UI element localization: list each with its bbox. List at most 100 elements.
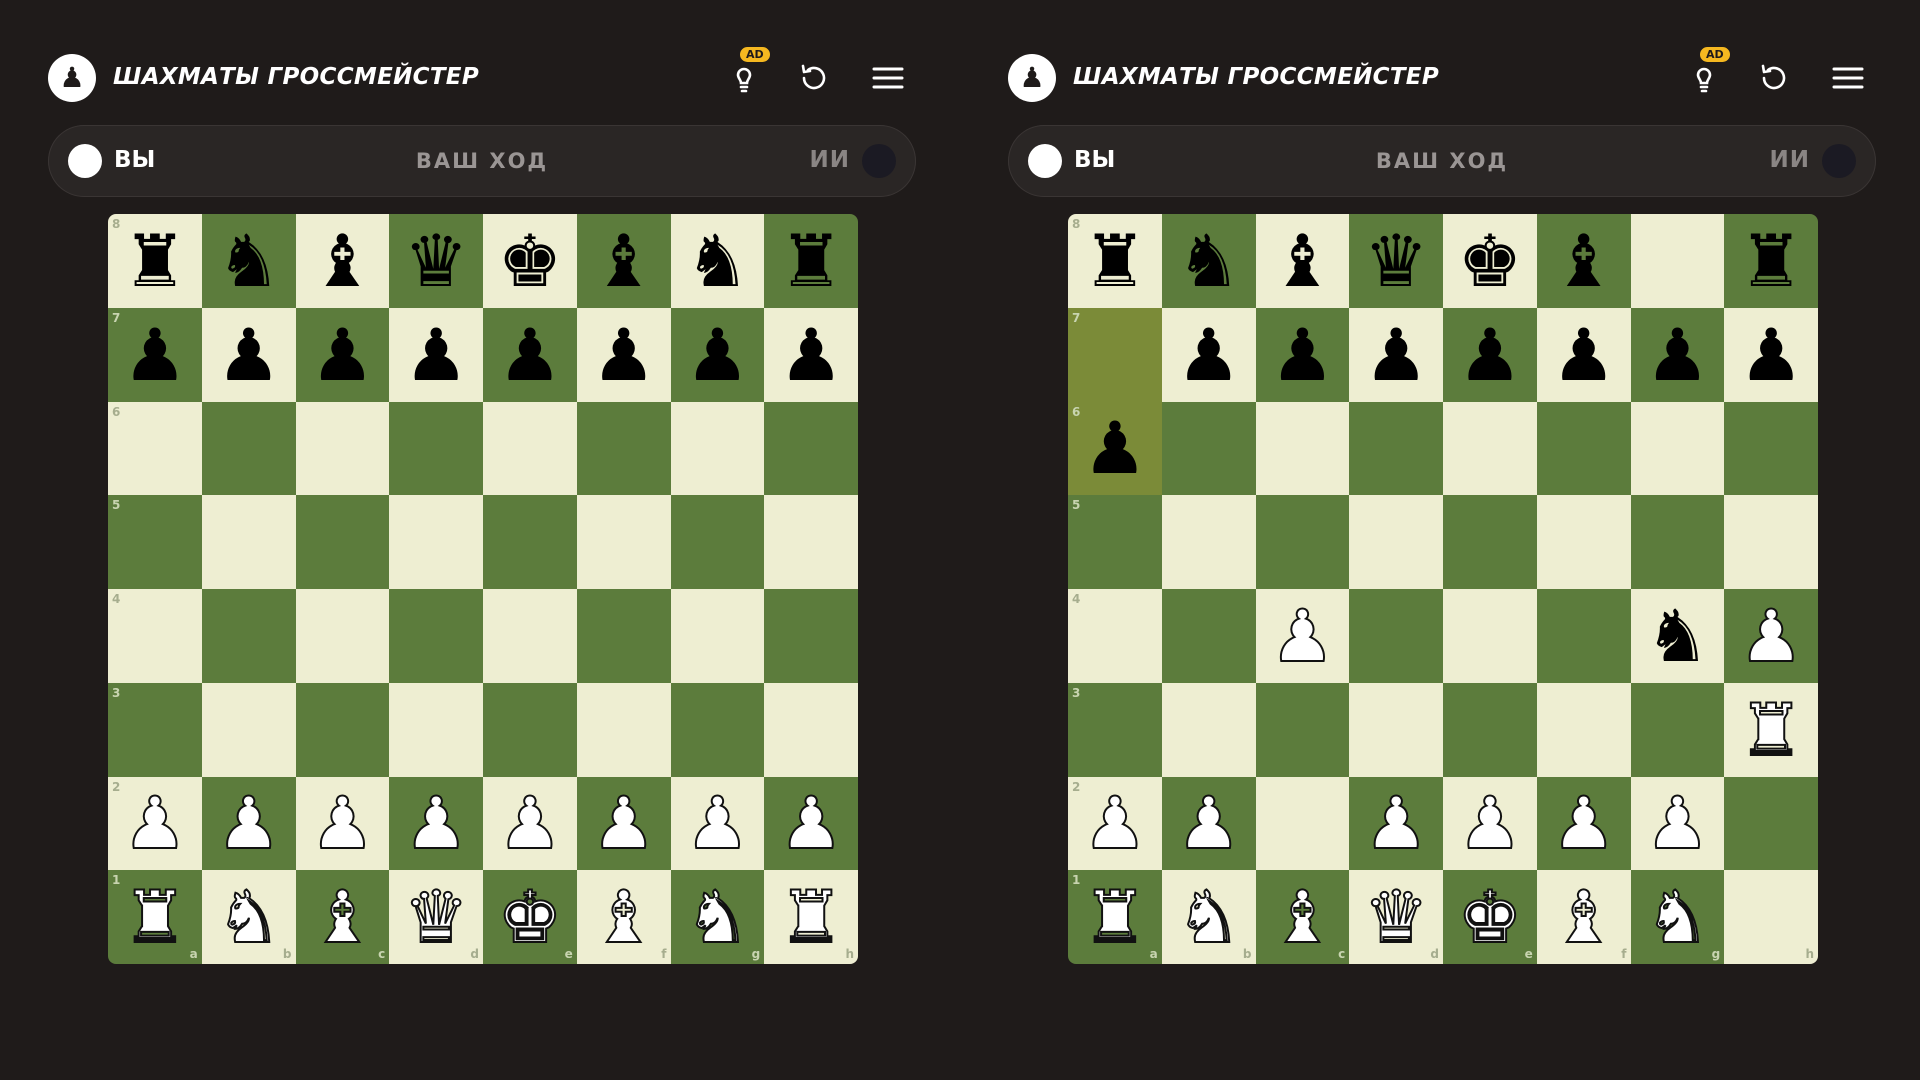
white-knight-icon[interactable]: ♞ xyxy=(684,880,751,954)
black-pawn-icon[interactable]: ♟ xyxy=(1083,412,1148,484)
square-a1[interactable]: 1 a ♜ xyxy=(108,870,202,964)
black-pawn-icon[interactable]: ♟ xyxy=(685,319,750,391)
square-d5[interactable] xyxy=(1349,495,1443,589)
square-f8[interactable]: ♝ xyxy=(576,214,671,308)
white-queen-icon[interactable]: ♛ xyxy=(403,880,470,954)
square-c5[interactable] xyxy=(1255,495,1350,589)
square-c1[interactable]: c ♝ xyxy=(1255,870,1350,964)
square-e7[interactable]: ♟ xyxy=(483,307,577,402)
square-f1[interactable]: f ♝ xyxy=(576,870,671,964)
square-e5[interactable] xyxy=(1443,495,1537,589)
square-g6[interactable] xyxy=(1630,401,1725,496)
square-b6[interactable] xyxy=(201,401,296,496)
square-d6[interactable] xyxy=(1349,401,1443,496)
square-e3[interactable] xyxy=(483,682,577,777)
black-rook-icon[interactable]: ♜ xyxy=(1739,225,1804,297)
square-g2[interactable]: ♟ xyxy=(1630,776,1725,871)
square-a4[interactable]: 4 xyxy=(1068,589,1162,683)
square-a2[interactable]: 2 ♟ xyxy=(108,776,202,871)
square-d5[interactable] xyxy=(389,495,483,589)
square-h5[interactable] xyxy=(1724,495,1818,589)
square-d2[interactable]: ♟ xyxy=(1349,776,1443,871)
square-d6[interactable] xyxy=(389,401,483,496)
square-f3[interactable] xyxy=(576,682,671,777)
restart-button[interactable] xyxy=(794,58,834,98)
square-a4[interactable]: 4 xyxy=(108,589,202,683)
square-b7[interactable]: ♟ xyxy=(201,307,296,402)
white-knight-icon[interactable]: ♞ xyxy=(1175,880,1242,954)
square-d4[interactable] xyxy=(389,589,483,683)
square-h7[interactable]: ♟ xyxy=(1724,307,1818,402)
square-e6[interactable] xyxy=(483,401,577,496)
square-c1[interactable]: c ♝ xyxy=(295,870,390,964)
white-pawn-icon[interactable]: ♟ xyxy=(309,786,376,860)
square-b1[interactable]: b ♞ xyxy=(201,870,296,964)
black-pawn-icon[interactable]: ♟ xyxy=(1458,319,1523,391)
square-d3[interactable] xyxy=(1349,682,1443,777)
square-a8[interactable]: 8 ♜ xyxy=(1068,214,1162,308)
square-f4[interactable] xyxy=(576,589,671,683)
white-pawn-icon[interactable]: ♟ xyxy=(1175,786,1242,860)
square-c3[interactable] xyxy=(295,682,390,777)
white-bishop-icon[interactable]: ♝ xyxy=(1269,880,1336,954)
white-pawn-icon[interactable]: ♟ xyxy=(1082,786,1149,860)
black-king-icon[interactable]: ♚ xyxy=(498,225,563,297)
square-e5[interactable] xyxy=(483,495,577,589)
square-h4[interactable] xyxy=(764,589,858,683)
square-e1[interactable]: e ♚ xyxy=(483,870,577,964)
square-g8[interactable]: ♞ xyxy=(670,214,765,308)
square-d1[interactable]: d ♛ xyxy=(389,870,483,964)
square-a6[interactable]: 6 ♟ xyxy=(1068,401,1162,496)
square-a1[interactable]: 1 a ♜ xyxy=(1068,870,1162,964)
black-pawn-icon[interactable]: ♟ xyxy=(1739,319,1804,391)
black-knight-icon[interactable]: ♞ xyxy=(216,225,281,297)
black-pawn-icon[interactable]: ♟ xyxy=(216,319,281,391)
square-c3[interactable] xyxy=(1255,682,1350,777)
black-bishop-icon[interactable]: ♝ xyxy=(1270,225,1335,297)
square-e4[interactable] xyxy=(483,589,577,683)
square-f5[interactable] xyxy=(1536,495,1631,589)
white-rook-icon[interactable]: ♜ xyxy=(1738,693,1805,767)
square-e3[interactable] xyxy=(1443,682,1537,777)
square-f5[interactable] xyxy=(576,495,671,589)
square-a3[interactable]: 3 xyxy=(1068,682,1162,777)
square-h7[interactable]: ♟ xyxy=(764,307,858,402)
square-b5[interactable] xyxy=(1161,495,1256,589)
square-f7[interactable]: ♟ xyxy=(576,307,671,402)
square-f1[interactable]: f ♝ xyxy=(1536,870,1631,964)
square-f6[interactable] xyxy=(1536,401,1631,496)
square-h3[interactable]: ♜ xyxy=(1724,682,1818,777)
square-d7[interactable]: ♟ xyxy=(389,307,483,402)
square-g2[interactable]: ♟ xyxy=(670,776,765,871)
black-pawn-icon[interactable]: ♟ xyxy=(1551,319,1616,391)
white-rook-icon[interactable]: ♜ xyxy=(1082,880,1149,954)
square-h1[interactable]: h ♜ xyxy=(764,870,858,964)
square-f8[interactable]: ♝ xyxy=(1536,214,1631,308)
square-a3[interactable]: 3 xyxy=(108,682,202,777)
square-c2[interactable]: ♟ xyxy=(295,776,390,871)
white-rook-icon[interactable]: ♜ xyxy=(778,880,845,954)
black-pawn-icon[interactable]: ♟ xyxy=(498,319,563,391)
square-e4[interactable] xyxy=(1443,589,1537,683)
white-bishop-icon[interactable]: ♝ xyxy=(309,880,376,954)
black-pawn-icon[interactable]: ♟ xyxy=(310,319,375,391)
square-h4[interactable]: ♟ xyxy=(1724,589,1818,683)
square-g3[interactable] xyxy=(1630,682,1725,777)
square-d8[interactable]: ♛ xyxy=(1349,214,1443,308)
restart-button[interactable] xyxy=(1754,58,1794,98)
square-e7[interactable]: ♟ xyxy=(1443,307,1537,402)
square-g1[interactable]: g ♞ xyxy=(670,870,765,964)
white-pawn-icon[interactable]: ♟ xyxy=(497,786,564,860)
square-e8[interactable]: ♚ xyxy=(1443,214,1537,308)
black-knight-icon[interactable]: ♞ xyxy=(1645,600,1710,672)
square-g6[interactable] xyxy=(670,401,765,496)
square-g4[interactable]: ♞ xyxy=(1630,589,1725,683)
black-rook-icon[interactable]: ♜ xyxy=(779,225,844,297)
square-c2[interactable] xyxy=(1255,776,1350,871)
square-h2[interactable]: ♟ xyxy=(764,776,858,871)
square-c8[interactable]: ♝ xyxy=(1255,214,1350,308)
square-b1[interactable]: b ♞ xyxy=(1161,870,1256,964)
square-h8[interactable]: ♜ xyxy=(1724,214,1818,308)
square-a5[interactable]: 5 xyxy=(108,495,202,589)
square-b3[interactable] xyxy=(201,682,296,777)
